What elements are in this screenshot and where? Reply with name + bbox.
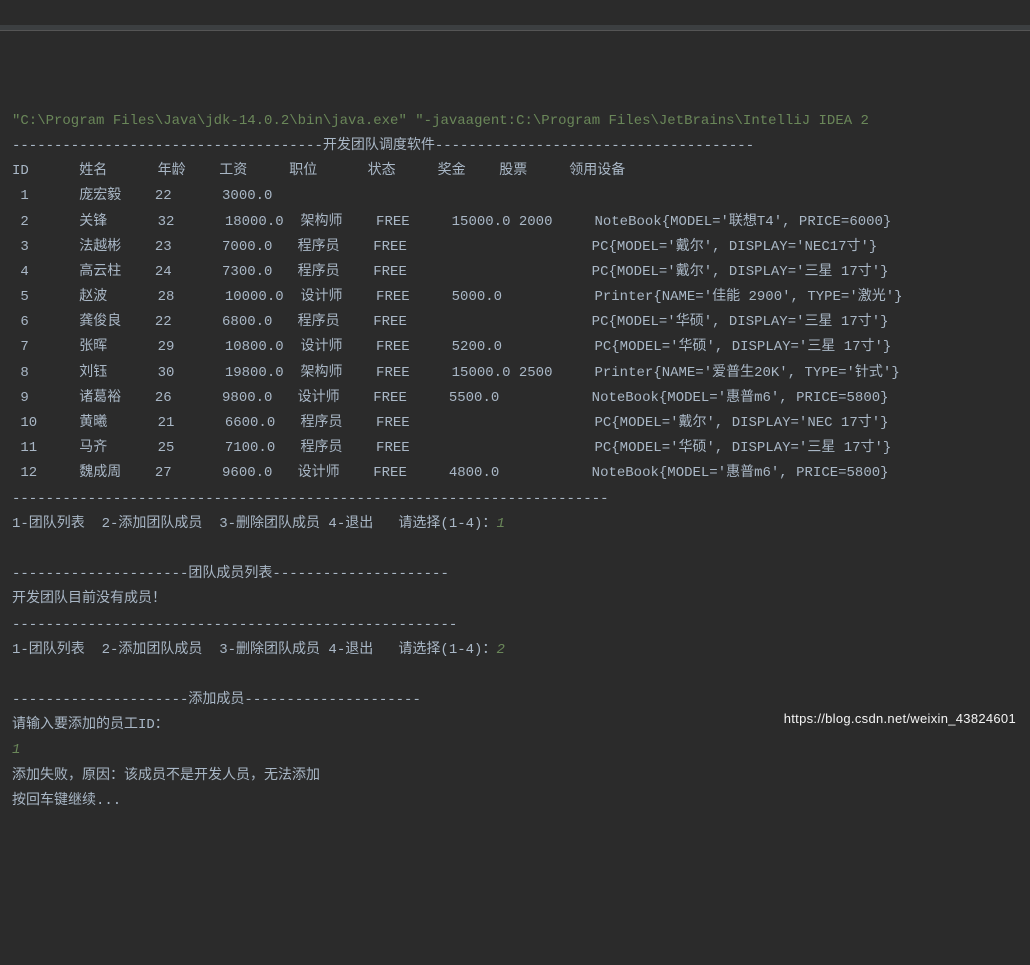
user-input-1: 1 <box>496 516 504 532</box>
watermark-text: https://blog.csdn.net/weixin_43824601 <box>784 707 1016 730</box>
user-input-2: 2 <box>496 642 504 658</box>
user-input-3: 1 <box>12 742 20 758</box>
command-line: "C:\Program Files\Java\jdk-14.0.2\bin\ja… <box>12 113 869 129</box>
titlebar <box>0 25 1030 31</box>
